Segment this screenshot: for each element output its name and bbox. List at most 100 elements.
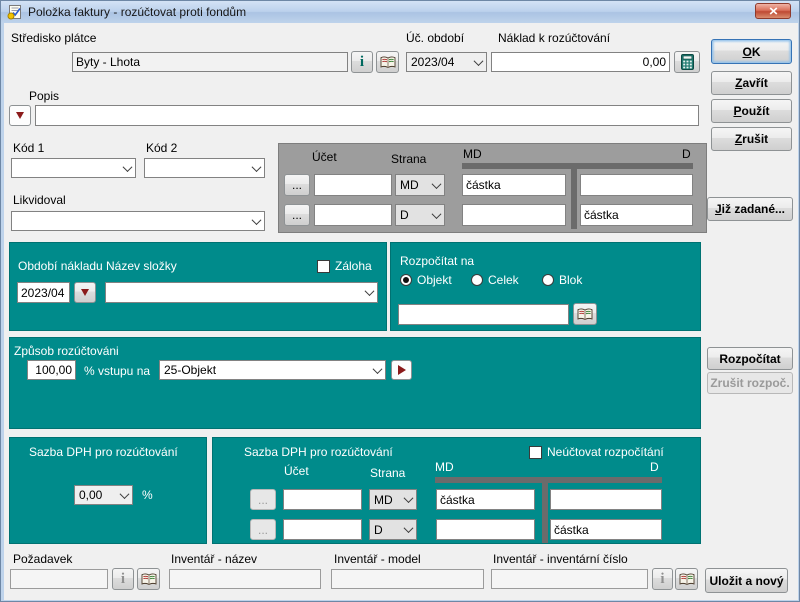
inventar-nazev-field[interactable] (169, 569, 321, 589)
ucet-row2-md-field[interactable] (462, 204, 566, 226)
obdobi-nakladu-field[interactable] (17, 282, 70, 303)
neuctovat-checkbox[interactable] (529, 446, 542, 459)
calculator-icon (681, 54, 694, 70)
ok-button[interactable]: OK (711, 39, 792, 64)
ucet-row2-strana-value: D (400, 208, 409, 222)
titlebar: Položka faktury - rozúčtovat proti fondů… (1, 1, 799, 23)
uc-obdobi-select[interactable]: 2023/04 (406, 52, 487, 72)
ucet-row2-strana-select[interactable]: D (395, 204, 445, 226)
percent-field[interactable] (27, 360, 76, 380)
inventar-cislo-field[interactable] (491, 569, 648, 589)
red-arrow-down-icon (81, 289, 89, 296)
dph-row2-strana-select[interactable]: D (369, 519, 417, 540)
md-header-bar (462, 163, 571, 169)
dph-row1-strana-select[interactable]: MD (369, 489, 417, 510)
nazev-slozky-label: Název složky (106, 259, 177, 273)
strana-column-label: Strana (391, 152, 426, 166)
md-header-bar (435, 477, 542, 483)
book-icon (380, 56, 396, 69)
ucet-row2-ucet-field[interactable] (314, 204, 392, 226)
dph-row2-more-button: ... (250, 519, 276, 540)
red-arrow-down-icon (16, 112, 24, 119)
ulozit-a-novy-button[interactable]: Uložit a nový (705, 568, 788, 593)
vstup-na-action-button[interactable] (391, 360, 412, 380)
chevron-down-icon (252, 215, 262, 225)
pozadavek-field[interactable] (10, 569, 108, 589)
zavrit-button[interactable]: Zavřít (711, 71, 792, 95)
window-icon (7, 4, 23, 20)
inventar-lookup-button[interactable] (675, 568, 698, 590)
chevron-down-icon (404, 523, 414, 533)
pouzit-button[interactable]: Použít (711, 99, 792, 123)
dph-row1-d-field[interactable] (550, 489, 662, 510)
nazev-slozky-select[interactable] (105, 282, 378, 303)
zpusob-rozuctovani-panel: Způsob rozúčtováni % vstupu na 25-Objekt (9, 337, 701, 429)
kod2-label: Kód 2 (146, 141, 177, 155)
dph-row2-ucet-field[interactable] (283, 519, 362, 540)
rozpocitat-button[interactable]: Rozpočítat (707, 347, 793, 370)
dph-percent-label: % (142, 488, 153, 502)
popis-field[interactable] (35, 105, 699, 126)
zaloha-checkbox[interactable] (317, 260, 330, 273)
radio-circle (471, 274, 483, 286)
radio-celek[interactable]: Celek (471, 273, 519, 287)
stredisko-info-button[interactable]: i (351, 51, 373, 73)
ucet-row2-more-button[interactable]: ... (284, 204, 310, 226)
radio-objekt[interactable]: Objekt (400, 273, 452, 287)
chevron-down-icon (252, 162, 262, 172)
radio-blok[interactable]: Blok (542, 273, 582, 287)
uc-obdobi-value: 2023/04 (411, 55, 454, 69)
close-button[interactable] (755, 3, 791, 19)
inventar-model-field[interactable] (331, 569, 484, 589)
dph-rate-select[interactable]: 0,00 (74, 485, 133, 505)
jiz-zadane-button[interactable]: Již zadané... (707, 197, 793, 221)
md-d-divider (571, 163, 577, 229)
ucet-row1-d-field[interactable] (580, 174, 693, 196)
inventar-nazev-label: Inventář - název (171, 552, 257, 566)
dph-row1-md-field[interactable] (436, 489, 535, 510)
obdobi-nakladu-label: Období nákladu (18, 259, 103, 273)
md-column-label: MD (463, 147, 482, 161)
window-title: Položka faktury - rozúčtovat proti fondů… (28, 5, 246, 19)
ucet-row1-strana-select[interactable]: MD (395, 174, 445, 196)
dialog-client-area: Středisko plátce i Úč. období 2023/04 Ná… (4, 23, 798, 600)
rozpocitat-target-field[interactable] (398, 304, 569, 325)
stredisko-lookup-button[interactable] (376, 51, 399, 73)
dph-row2-d-field[interactable] (550, 519, 662, 540)
radio-celek-label: Celek (488, 273, 519, 287)
dialog-window: Položka faktury - rozúčtovat proti fondů… (0, 0, 800, 602)
chevron-down-icon (474, 56, 484, 66)
obdobi-nakladu-dropdown-button[interactable] (74, 282, 96, 303)
kod1-select[interactable] (11, 158, 136, 178)
inventar-cislo-label: Inventář - inventární číslo (493, 552, 628, 566)
ucet-row1-more-button[interactable]: ... (284, 174, 310, 196)
rozpocitat-na-label: Rozpočítat na (400, 254, 474, 268)
dph-left-panel: Sazba DPH pro rozúčtování 0,00 % (9, 437, 207, 544)
stredisko-platce-label: Středisko plátce (11, 31, 96, 45)
chevron-down-icon (432, 179, 442, 189)
radio-circle (400, 274, 412, 286)
ucet-panel: Účet Strana MD D ... MD ... D (278, 143, 707, 233)
dph-row1-ucet-field[interactable] (283, 489, 362, 510)
likvidoval-select[interactable] (11, 211, 265, 231)
rozpocitat-lookup-button[interactable] (573, 303, 597, 325)
vstup-na-select[interactable]: 25-Objekt (159, 360, 386, 380)
calculator-button[interactable] (674, 51, 700, 73)
pozadavek-lookup-button[interactable] (137, 568, 160, 590)
zrusit-button[interactable]: Zrušit (711, 127, 792, 151)
ucet-row1-ucet-field[interactable] (314, 174, 392, 196)
uc-obdobi-label: Úč. období (406, 31, 464, 45)
radio-circle (542, 274, 554, 286)
dph-row2-md-field[interactable] (436, 519, 535, 540)
chevron-down-icon (432, 209, 442, 219)
popis-history-button[interactable] (9, 105, 31, 126)
d-header-bar (548, 477, 662, 483)
chevron-down-icon (404, 493, 414, 503)
stredisko-platce-field[interactable] (72, 52, 348, 72)
naklad-field[interactable] (491, 52, 670, 72)
dph-row1-more-button: ... (250, 489, 276, 510)
ucet-row1-md-field[interactable] (462, 174, 566, 196)
ucet-row2-d-field[interactable] (580, 204, 693, 226)
inventar-model-label: Inventář - model (334, 552, 421, 566)
kod2-select[interactable] (144, 158, 265, 178)
